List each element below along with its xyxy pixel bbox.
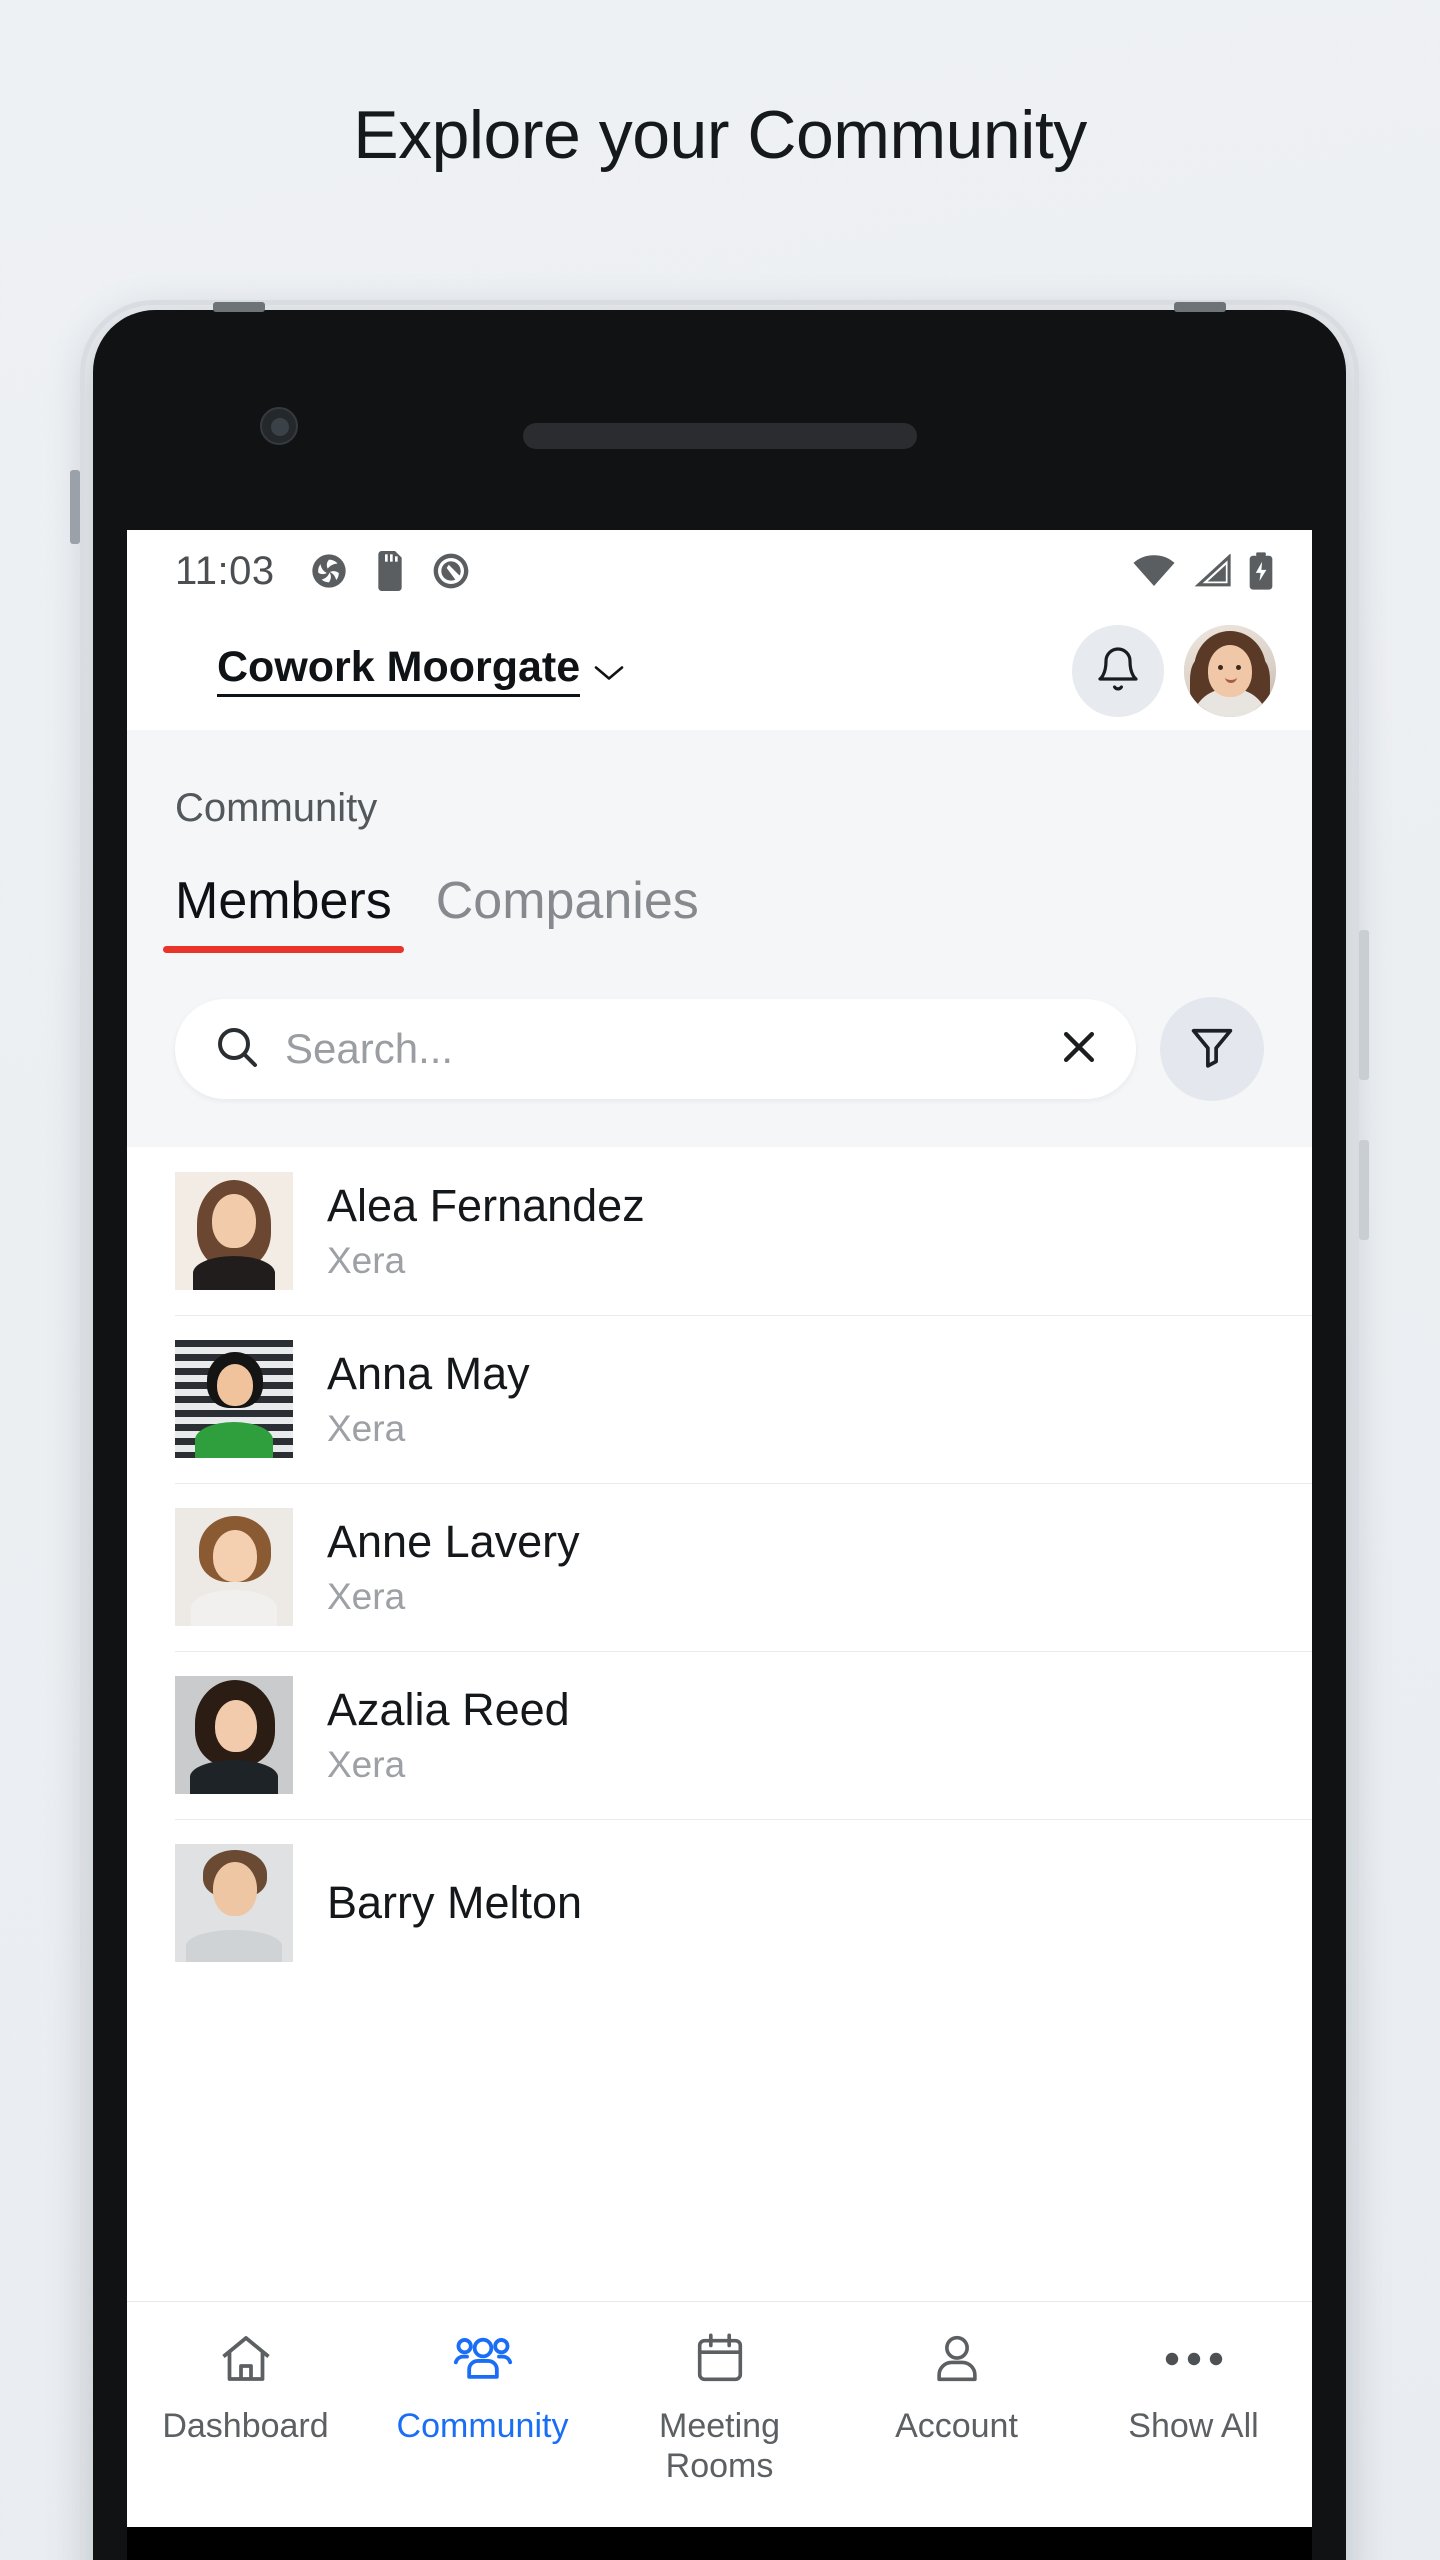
sd-card-icon — [373, 551, 407, 591]
nav-label: Meeting Rooms — [659, 2407, 780, 2486]
nav-label: Show All — [1128, 2407, 1259, 2445]
search-icon — [213, 1023, 261, 1076]
members-list: Alea Fernandez Xera Anna May Xera Anne L… — [127, 1147, 1312, 1987]
member-info: Alea Fernandez Xera — [327, 1180, 645, 1282]
table-row[interactable]: Anne Lavery Xera — [127, 1483, 1312, 1651]
avatar[interactable] — [1184, 625, 1276, 717]
member-info: Anne Lavery Xera — [327, 1516, 580, 1618]
table-row[interactable]: Alea Fernandez Xera — [127, 1147, 1312, 1315]
nav-item-meeting-rooms[interactable]: Meeting Rooms — [601, 2328, 838, 2486]
member-name: Anna May — [327, 1348, 530, 1400]
calendar-icon — [691, 2328, 749, 2390]
tab-members[interactable]: Members — [163, 871, 404, 953]
filter-button[interactable] — [1160, 997, 1264, 1101]
status-bar: 11:03 — [127, 530, 1312, 612]
nav-item-community[interactable]: Community — [364, 2328, 601, 2446]
close-icon — [1057, 1025, 1101, 1074]
table-row[interactable]: Barry Melton — [127, 1819, 1312, 1987]
member-company: Xera — [327, 1743, 406, 1785]
do-not-disturb-icon — [431, 551, 471, 591]
nav-label: Community — [396, 2407, 569, 2445]
wifi-icon — [1132, 554, 1176, 588]
community-section-header: Community Members Companies Search... — [127, 730, 1312, 1147]
member-photo — [175, 1844, 293, 1962]
header-actions — [1072, 625, 1276, 717]
cellular-signal-icon — [1192, 554, 1232, 588]
table-row[interactable]: Anna May Xera — [127, 1315, 1312, 1483]
bottom-navigation: Dashboard Community Meeting Rooms Accoun… — [127, 2301, 1312, 2527]
member-name: Barry Melton — [327, 1877, 583, 1929]
nav-item-account[interactable]: Account — [838, 2328, 1075, 2446]
search-placeholder: Search... — [285, 1025, 454, 1072]
member-name: Anne Lavery — [327, 1516, 580, 1568]
member-company: Xera — [327, 1575, 406, 1617]
venue-name-label: Cowork Moorgate — [217, 644, 581, 698]
member-photo — [175, 1676, 293, 1794]
phone-chin — [127, 2527, 1312, 2560]
status-bar-system-icons — [1132, 552, 1274, 590]
app-header: Cowork Moorgate — [127, 612, 1312, 730]
notifications-button[interactable] — [1072, 625, 1164, 717]
phone-mockup: 11:03 Cowork Moorgate Community Members … — [70, 300, 1369, 2560]
home-icon — [216, 2328, 276, 2390]
member-photo — [175, 1340, 293, 1458]
phone-volume-button — [1359, 930, 1369, 1080]
phone-antenna-line-left — [213, 302, 265, 312]
search-input[interactable]: Search... — [175, 999, 1136, 1099]
phone-antenna-line-right — [1174, 302, 1226, 312]
member-info: Azalia Reed Xera — [327, 1684, 570, 1786]
people-group-icon — [452, 2328, 514, 2390]
chevron-down-icon — [594, 664, 624, 682]
battery-charging-icon — [1248, 552, 1274, 590]
earpiece-speaker — [522, 423, 917, 449]
section-title: Community — [175, 786, 378, 830]
phone-screen: 11:03 Cowork Moorgate Community Members … — [127, 530, 1312, 2527]
member-name: Alea Fernandez — [327, 1180, 645, 1232]
member-info: Anna May Xera — [327, 1348, 530, 1450]
venue-selector[interactable]: Cowork Moorgate — [217, 644, 624, 698]
member-company: Xera — [327, 1239, 406, 1281]
front-camera — [260, 407, 298, 445]
status-bar-notification-icons — [309, 551, 471, 591]
member-photo — [175, 1508, 293, 1626]
bell-icon — [1094, 645, 1142, 698]
member-info: Barry Melton — [327, 1877, 582, 1929]
ellipsis-icon — [1164, 2328, 1224, 2390]
nav-item-show-all[interactable]: Show All — [1075, 2328, 1312, 2446]
tabs: Members Companies — [127, 831, 1312, 953]
member-company: Xera — [327, 1407, 406, 1449]
clear-search-button[interactable] — [1056, 1026, 1102, 1072]
sync-icon — [309, 551, 349, 591]
member-name: Azalia Reed — [327, 1684, 570, 1736]
member-photo — [175, 1172, 293, 1290]
nav-label: Account — [895, 2407, 1018, 2445]
person-icon — [928, 2328, 986, 2390]
status-bar-clock: 11:03 — [175, 548, 275, 593]
phone-power-button — [1359, 1140, 1369, 1240]
filter-icon — [1186, 1021, 1238, 1078]
search-row: Search... — [127, 953, 1312, 1147]
nav-item-dashboard[interactable]: Dashboard — [127, 2328, 364, 2446]
phone-side-button-left — [70, 470, 80, 544]
tab-companies[interactable]: Companies — [436, 871, 699, 953]
page-title: Explore your Community — [353, 97, 1087, 173]
nav-label: Dashboard — [162, 2407, 329, 2445]
table-row[interactable]: Azalia Reed Xera — [127, 1651, 1312, 1819]
